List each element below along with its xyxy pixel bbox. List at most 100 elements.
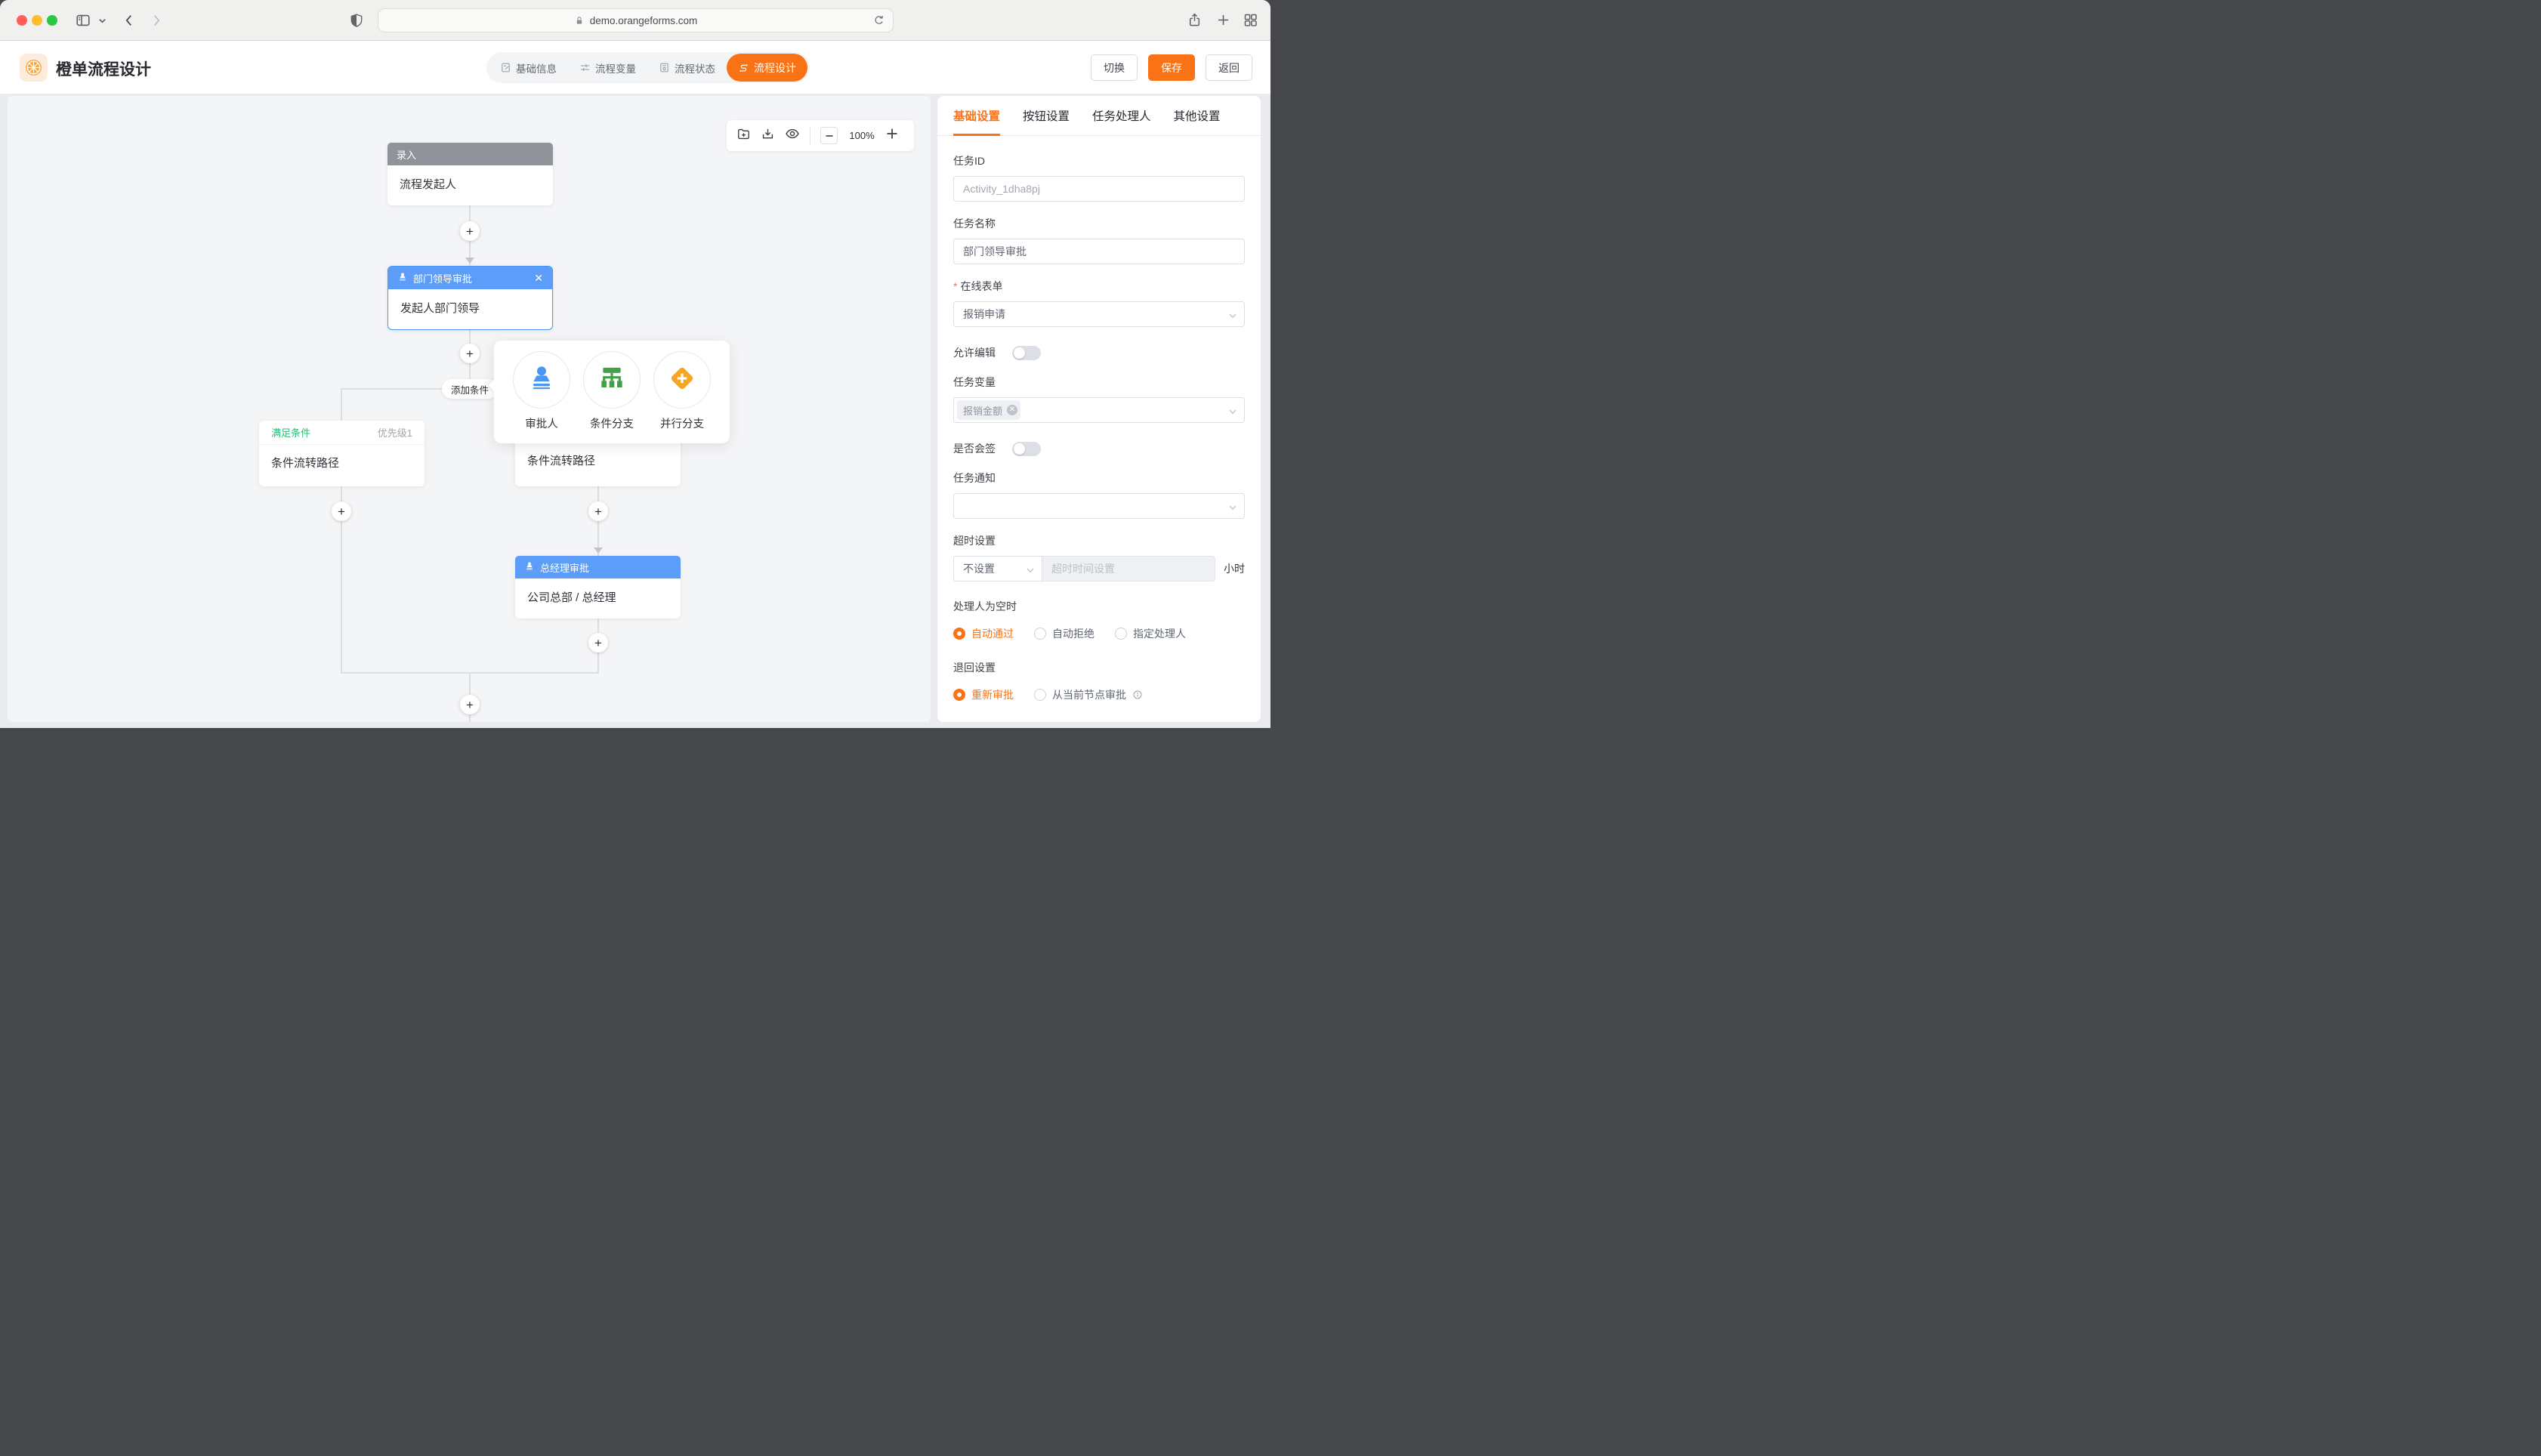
privacy-shield-icon[interactable] (349, 13, 364, 28)
reload-icon[interactable] (872, 14, 885, 27)
radio-re-approve[interactable]: 重新审批 (953, 687, 1014, 702)
app-logo (20, 54, 48, 82)
popover-option-condition-branch[interactable]: 条件分支 (582, 351, 641, 443)
flow-icon (738, 62, 749, 73)
timeout-label: 超时设置 (953, 533, 1245, 548)
node-condition-left[interactable]: 满足条件 优先级1 条件流转路径 (259, 421, 425, 486)
arrow-down-icon (465, 258, 474, 264)
flow-canvas[interactable]: 100% 录入 流程发起人 (8, 96, 931, 722)
minimize-window-button[interactable] (32, 15, 42, 26)
tab-process-status[interactable]: 流程状态 (647, 52, 727, 83)
task-name-input[interactable] (953, 239, 1245, 264)
condition-priority: 优先级1 (378, 425, 412, 440)
arrow-down-icon (594, 548, 603, 554)
radio-icon (953, 689, 965, 701)
close-window-button[interactable] (17, 15, 27, 26)
browser-window: demo.orangeforms.com (0, 0, 1270, 728)
forward-button[interactable] (148, 12, 165, 29)
online-form-label: * 在线表单 (953, 279, 1245, 294)
radio-icon (1034, 689, 1046, 701)
download-icon[interactable] (761, 127, 775, 145)
radio-from-current-node[interactable]: 从当前节点审批 (1034, 687, 1143, 702)
allow-edit-label: 允许编辑 (953, 345, 996, 360)
zoom-out-button[interactable] (820, 127, 838, 144)
countersign-toggle[interactable] (1012, 442, 1041, 456)
timeout-value-input[interactable]: 超时时间设置 (1042, 556, 1215, 581)
node-start[interactable]: 录入 流程发起人 (387, 143, 553, 205)
info-icon (1132, 689, 1143, 700)
sliders-icon (579, 62, 591, 73)
timeout-unit: 小时 (1224, 561, 1245, 576)
stamp-icon (524, 561, 535, 574)
timeout-mode-select[interactable]: 不设置 (953, 556, 1042, 581)
zoom-level: 100% (848, 130, 876, 141)
return-setting-label: 退回设置 (953, 660, 1245, 675)
add-condition-button[interactable]: 添加条件 (442, 379, 498, 399)
node-dept-approval[interactable]: 部门领导审批 ✕ 发起人部门领导 (387, 266, 553, 330)
task-variable-select[interactable]: 报销金额 ✕ (953, 397, 1245, 423)
doc-edit-icon (500, 62, 511, 73)
chevron-down-icon[interactable] (98, 17, 107, 25)
add-node-button[interactable]: + (588, 633, 608, 652)
tab-process-variables[interactable]: 流程变量 (568, 52, 647, 83)
empty-assignee-options: 自动通过 自动拒绝 指定处理人 (953, 626, 1245, 641)
add-node-button[interactable]: + (588, 501, 608, 521)
back-button-app[interactable]: 返回 (1206, 54, 1252, 81)
header-nav: 基础信息 流程变量 流程状态 (486, 52, 810, 83)
chevron-down-icon (1228, 310, 1237, 322)
new-tab-icon[interactable] (1215, 12, 1231, 28)
add-node-button[interactable]: + (332, 501, 351, 521)
task-notify-select[interactable] (953, 493, 1245, 519)
tab-basic-info[interactable]: 基础信息 (489, 52, 568, 83)
canvas-toolbar: 100% (727, 120, 914, 151)
online-form-select[interactable]: 报销申请 (953, 301, 1245, 327)
node-dept-title: 部门领导审批 (413, 271, 472, 285)
zoom-in-button[interactable] (886, 128, 898, 143)
task-id-input[interactable] (953, 176, 1245, 202)
lock-icon (574, 15, 585, 26)
add-node-button[interactable]: + (460, 344, 480, 363)
add-node-button[interactable]: + (460, 695, 480, 714)
panel-tabs: 基础设置 按钮设置 任务处理人 其他设置 (937, 96, 1261, 136)
return-setting-options: 重新审批 从当前节点审批 (953, 687, 1245, 702)
node-gm-approval[interactable]: 总经理审批 公司总部 / 总经理 (515, 556, 681, 618)
import-file-icon[interactable] (736, 127, 751, 145)
doc-status-icon (659, 62, 670, 73)
popover-option-parallel-branch[interactable]: 并行分支 (653, 351, 712, 443)
panel-tab-other[interactable]: 其他设置 (1174, 96, 1221, 135)
node-dept-body: 发起人部门领导 (388, 289, 552, 329)
node-gm-body: 公司总部 / 总经理 (515, 578, 681, 618)
allow-edit-toggle[interactable] (1012, 346, 1041, 360)
task-variable-label: 任务变量 (953, 375, 1245, 390)
fullscreen-window-button[interactable] (47, 15, 57, 26)
radio-icon (1034, 628, 1046, 640)
switch-button[interactable]: 切换 (1091, 54, 1138, 81)
task-notify-label: 任务通知 (953, 470, 1245, 486)
header-actions: 切换 保存 返回 (1091, 54, 1252, 81)
radio-assign-handler[interactable]: 指定处理人 (1115, 626, 1186, 641)
chevron-down-icon (1026, 565, 1035, 577)
panel-tab-buttons[interactable]: 按钮设置 (1023, 96, 1070, 135)
tab-overview-icon[interactable] (1243, 12, 1258, 28)
preview-eye-icon[interactable] (785, 126, 800, 145)
save-button[interactable]: 保存 (1148, 54, 1195, 81)
stamp-icon (397, 272, 408, 285)
share-icon[interactable] (1187, 12, 1203, 28)
address-bar[interactable]: demo.orangeforms.com (378, 8, 894, 32)
popover-option-approver[interactable]: 审批人 (512, 351, 571, 443)
radio-auto-reject[interactable]: 自动拒绝 (1034, 626, 1095, 641)
browser-chrome: demo.orangeforms.com (0, 0, 1270, 41)
radio-auto-approve[interactable]: 自动通过 (953, 626, 1014, 641)
main-area: 100% 录入 流程发起人 (0, 94, 1270, 728)
close-icon[interactable]: ✕ (534, 272, 543, 285)
sidebar-toggle-icon[interactable] (75, 12, 91, 29)
panel-tab-assignee[interactable]: 任务处理人 (1092, 96, 1151, 135)
tag-close-icon[interactable]: ✕ (1007, 405, 1017, 415)
node-condition-left-body: 条件流转路径 (259, 445, 425, 484)
back-button[interactable] (121, 12, 137, 29)
variable-tag: 报销金额 ✕ (957, 400, 1020, 420)
panel-tab-basic[interactable]: 基础设置 (953, 96, 1000, 135)
tab-process-design[interactable]: 流程设计 (727, 54, 807, 82)
add-node-button[interactable]: + (460, 221, 480, 241)
node-condition-right-body: 条件流转路径 (515, 452, 607, 468)
